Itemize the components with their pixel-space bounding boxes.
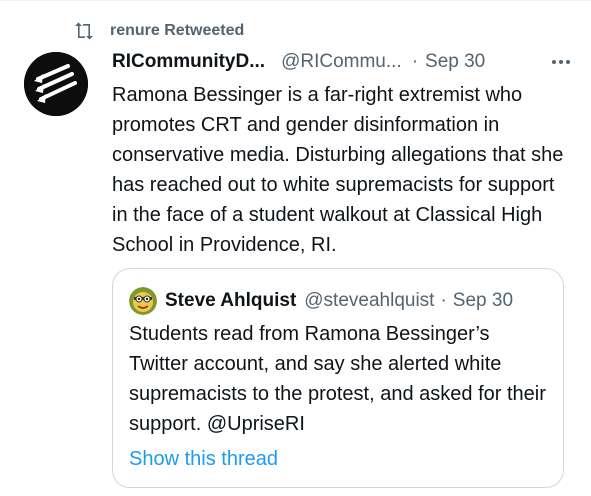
separator-dot: · [411, 51, 419, 72]
author-handle[interactable]: @RICommu... [281, 51, 402, 73]
quoted-tweet-text: Students read from Ramona Bessinger’s Tw… [129, 323, 546, 435]
author-avatar[interactable] [24, 52, 88, 116]
show-thread-link[interactable]: Show this thread [129, 444, 278, 474]
quoted-author-handle[interactable]: @steveahlquist [304, 290, 434, 312]
retweet-icon [74, 21, 94, 41]
retweet-label: renure Retweeted [110, 22, 245, 39]
three-arrows-avatar [24, 52, 88, 116]
quoted-author-avatar [129, 287, 157, 315]
more-horizontal-icon[interactable] [538, 49, 570, 75]
top-divider [0, 0, 591, 1]
tweet-text: Ramona Bessinger is a far-right extremis… [112, 84, 564, 256]
retweet-context[interactable]: renure Retweeted [74, 19, 244, 43]
quoted-author-name[interactable]: Steve Ahlquist [165, 290, 296, 312]
author-name[interactable]: RICommunityD... [112, 51, 265, 73]
tweet-header: RICommunityD... @RICommu... · Sep 30 [112, 49, 570, 75]
quoted-tweet-header: Steve Ahlquist @steveahlquist · Sep 30 [129, 287, 513, 315]
separator-dot: · [440, 290, 447, 311]
tweet-date[interactable]: Sep 30 [425, 51, 485, 73]
quoted-tweet-date[interactable]: Sep 30 [453, 290, 513, 312]
quoted-tweet-card[interactable]: Steve Ahlquist @steveahlquist · Sep 30 S… [112, 268, 564, 488]
cartoon-face-avatar [129, 287, 157, 315]
